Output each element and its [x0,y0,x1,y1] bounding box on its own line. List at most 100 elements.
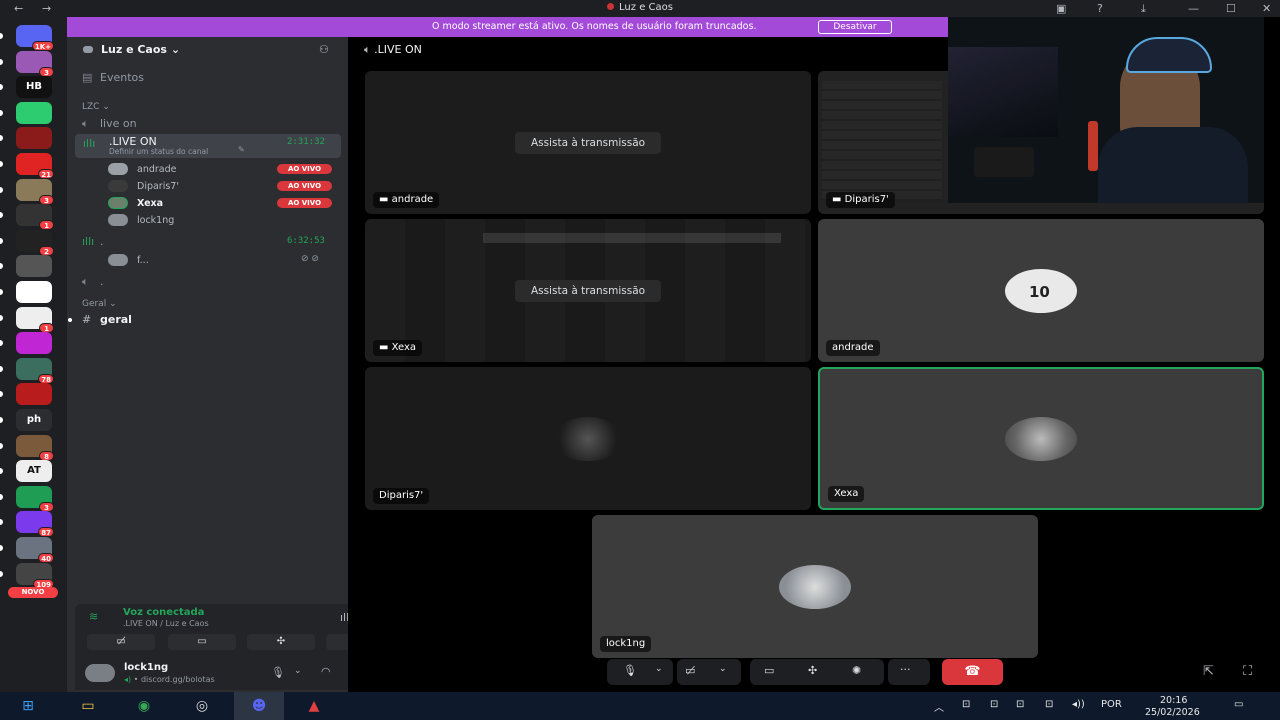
screen-share-button[interactable]: ▭ [168,634,236,650]
server-icon[interactable]: ph [16,409,52,431]
popout-icon[interactable]: ⇱ [1203,664,1214,679]
tray-icon[interactable]: ⊡ [1045,699,1053,710]
microphone-icon[interactable]: 🎙︎ [271,666,285,679]
download-icon[interactable]: ⤓ [1141,2,1146,16]
user-avatar: 10 [1005,268,1077,313]
user-tile-xexa-speaking[interactable]: Xexa [818,367,1264,510]
more-dots-icon[interactable]: ··· [900,663,911,676]
headphones-icon[interactable]: ◠ [321,665,331,678]
clock-time[interactable]: 20:16 [1160,695,1187,706]
app-icon[interactable]: ◎ [180,692,224,720]
server-icon[interactable]: 21 [16,153,54,179]
signal-icon[interactable]: ≋ [89,610,98,623]
screen-share-icon: ▬ [832,194,842,205]
server-icon[interactable] [16,332,52,354]
activities-button[interactable]: ✣ [247,634,315,650]
volume-icon[interactable]: ◂)) [1072,699,1085,710]
language-indicator[interactable]: POR [1101,699,1122,710]
voice-active-icon: ıllı [82,235,95,248]
channel-live-on[interactable]: 🔈︎ live on [82,117,137,131]
pencil-icon[interactable]: ✎ [238,145,245,154]
server-icon[interactable]: 8 [16,435,54,461]
discord-icon[interactable]: ☻ [234,692,284,720]
server-icon[interactable] [16,255,52,277]
server-icon[interactable]: 3 [16,51,54,77]
microphone-icon[interactable]: 🎙︎ [623,664,637,677]
more-options[interactable]: ··· [888,659,930,685]
server-icon[interactable]: HB [16,76,52,98]
minimize-icon[interactable]: — [1188,2,1199,15]
user-avatar[interactable] [85,664,115,682]
stream-tile-xexa[interactable]: Assista à transmissão ▬ Xexa [365,219,811,362]
voice-user-name: andrade [137,164,177,175]
app-red-icon[interactable]: ▲ [292,692,336,720]
activities-icon[interactable]: ✣ [808,664,817,677]
screen-share-icon: ▬ [379,342,389,353]
user-tile-lock1ng[interactable]: lock1ng [592,515,1038,658]
category-lzc[interactable]: LZC ⌄ [82,102,110,112]
soundboard-icon[interactable]: ✺ [852,664,861,677]
chrome-icon[interactable]: ◉ [122,692,166,720]
chevron-down-icon[interactable]: ⌄ [655,664,663,674]
chevron-down-icon[interactable]: ⌄ [294,666,302,676]
channel-status-text[interactable]: Definir um status do canal [109,147,208,156]
stream-tile-andrade[interactable]: Assista à transmissão ▬ andrade [365,71,811,214]
close-icon[interactable]: ✕ [1262,2,1271,15]
server-icon[interactable]: 2 [16,230,54,256]
server-icon[interactable] [16,383,52,405]
start-button[interactable]: ⊞ [6,692,50,720]
camera-off-button[interactable]: ▭̸ [87,634,155,650]
camera-control[interactable]: ▭̸ ⌄ [677,659,741,685]
file-explorer-icon[interactable]: ▭ [66,692,110,720]
new-badge[interactable]: NOVO [8,587,58,598]
channel-dot-2[interactable]: 🔈︎. [82,275,104,289]
watch-stream-button[interactable]: Assista à transmissão [514,279,662,302]
watch-stream-button[interactable]: Assista à transmissão [514,131,662,154]
disable-streamer-button[interactable]: Desativar [818,20,892,34]
channel-LIVE-ON[interactable]: ıllı .LIVE ON Definir um status do canal… [75,134,341,158]
channel-geral[interactable]: # geral [82,313,132,326]
server-icon[interactable]: 1 [16,307,54,333]
user-tile-diparis[interactable]: Diparis7' [365,367,811,510]
tray-icon[interactable]: ⊡ [962,699,970,710]
server-icon[interactable] [16,102,52,124]
mic-control[interactable]: 🎙︎ ⌄ [607,659,673,685]
server-icon[interactable] [16,281,52,303]
user-tile-andrade[interactable]: 10 andrade [818,219,1264,362]
events-item[interactable]: ▤ Eventos [82,71,144,84]
server-icon[interactable]: 3 [16,486,54,512]
server-icon[interactable]: AT [16,460,52,482]
tray-icon[interactable]: ⊡ [1016,699,1024,710]
voice-channel[interactable]: .LIVE ON / Luz e Caos [123,619,209,628]
notification-icon[interactable]: ▭ [1234,699,1243,710]
server-icon[interactable]: 40 [16,537,54,563]
webcam-microphone [1088,121,1098,171]
fullscreen-icon[interactable]: ⛶ [1243,664,1252,679]
tray-icon[interactable]: ⊡ [990,699,998,710]
server-icon[interactable]: 1 [16,204,54,230]
category-geral[interactable]: Geral ⌄ [82,299,117,309]
chevron-down-icon[interactable]: ⌄ [719,664,727,674]
screen-icon[interactable]: ▣ [1056,2,1066,15]
server-icon[interactable]: 1K+ [16,25,54,51]
server-icon[interactable]: 3 [16,179,54,205]
clock-date[interactable]: 25/02/2026 [1145,707,1200,718]
server-icon[interactable]: 78 [16,358,54,384]
help-icon[interactable]: ? [1097,2,1103,15]
mention-badge: 21 [38,169,54,179]
maximize-icon[interactable]: ☐ [1226,2,1236,15]
server-header[interactable]: Luz e Caos ⌄ [83,43,180,56]
live-badge: AO VIVO [277,198,332,208]
tray-chevron-icon[interactable]: ︿ [934,699,944,714]
tile-label: Xexa [828,486,865,502]
screen-share-icon[interactable]: ▭ [764,664,774,677]
voice-active-icon: ıllı [83,137,96,150]
server-icon[interactable]: 87 [16,511,54,537]
category-geral-label: Geral [82,299,107,309]
disconnect-button[interactable]: ☎ [942,659,1003,685]
channel-dot[interactable]: ıllı. [82,235,104,248]
camera-off-icon[interactable]: ▭̸ [685,664,695,677]
server-icon[interactable] [16,127,52,149]
add-member-icon[interactable]: ⚇ [319,43,329,56]
server-icon[interactable]: 109 [16,563,54,589]
